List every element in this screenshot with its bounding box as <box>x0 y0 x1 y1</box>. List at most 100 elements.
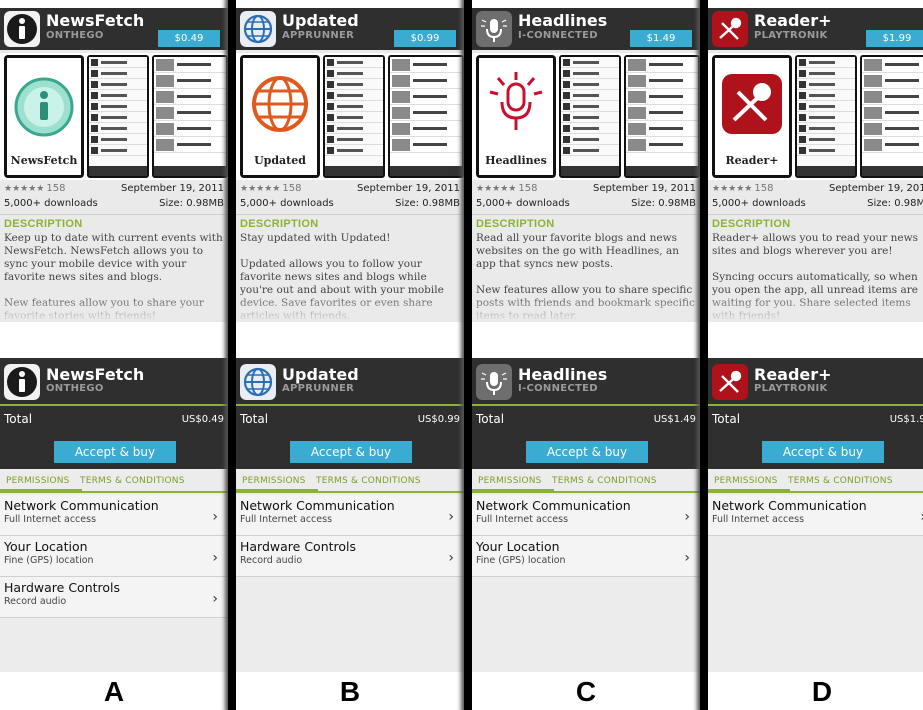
app-name: Headlines <box>518 11 608 30</box>
article-row <box>862 105 923 121</box>
tab-terms-and-conditions[interactable]: TERMS & CONDITIONS <box>80 476 185 486</box>
screenshots-strip[interactable]: Reader+ <box>708 53 923 180</box>
splash-label: NewsFetch <box>10 154 78 167</box>
article-row <box>626 89 698 105</box>
permission-title: Hardware Controls <box>240 539 357 554</box>
price-button[interactable]: $1.49 <box>630 30 692 47</box>
article-row <box>390 121 462 137</box>
article-row <box>862 57 923 73</box>
panel-separator <box>464 0 472 710</box>
splash-label: Reader+ <box>725 154 779 167</box>
accept-and-buy-button[interactable]: Accept & buy <box>54 441 176 463</box>
app-listing: Updated APPRUNNER $0.99 Updated ★★★★★ 15… <box>236 8 464 322</box>
article-row <box>390 57 462 73</box>
permission-item[interactable]: Your Location Fine (GPS) location › <box>0 536 228 577</box>
screenshot-splash[interactable]: Headlines <box>476 55 556 178</box>
permission-item[interactable]: Hardware Controls Record audio › <box>236 536 464 577</box>
developer-name: APPRUNNER <box>282 383 355 394</box>
permission-item[interactable]: Network Communication Full Internet acces… <box>472 495 700 536</box>
permission-item[interactable]: Network Communication Full Internet acces… <box>236 495 464 536</box>
description-paragraph: Keep up to date with current events with… <box>4 232 223 283</box>
app-meta: ★★★★★ 158 September 19, 2011 5,000+ downl… <box>476 183 696 209</box>
permission-detail: Full Internet access <box>4 514 97 525</box>
app-meta: ★★★★★ 158 September 19, 2011 5,000+ downl… <box>240 183 460 209</box>
feed-row <box>89 57 147 68</box>
accept-and-buy-button[interactable]: Accept & buy <box>290 441 412 463</box>
price-button[interactable]: $0.49 <box>158 30 220 47</box>
screenshot-splash[interactable]: Updated <box>240 55 320 178</box>
article-row <box>154 137 226 153</box>
article-row <box>626 57 698 73</box>
chevron-right-icon: › <box>684 550 690 566</box>
permission-item[interactable]: Hardware Controls Record audio › <box>0 577 228 618</box>
permission-item[interactable]: Network Communication Full Internet acces… <box>708 495 923 536</box>
app-name: NewsFetch <box>46 11 145 30</box>
feed-row <box>561 90 619 101</box>
listing-header: Updated APPRUNNER $0.99 <box>236 8 464 50</box>
feed-row <box>325 68 383 79</box>
screenshot-feed-list[interactable] <box>795 55 857 178</box>
chevron-right-icon: › <box>212 591 218 607</box>
feed-row <box>797 57 855 68</box>
accept-and-buy-button[interactable]: Accept & buy <box>762 441 884 463</box>
screenshot-articles[interactable] <box>624 55 700 178</box>
feed-row <box>561 134 619 145</box>
price-button[interactable]: $1.99 <box>866 30 923 47</box>
listing-header: Headlines I-CONNECTED $1.49 <box>472 8 700 50</box>
download-count: 5,000+ downloads <box>712 198 806 209</box>
screenshot-feed-list[interactable] <box>87 55 149 178</box>
screenshots-strip[interactable]: NewsFetch <box>0 53 228 180</box>
tab-permissions[interactable]: PERMISSIONS <box>6 476 70 486</box>
tab-permissions[interactable]: PERMISSIONS <box>478 476 542 486</box>
tab-permissions[interactable]: PERMISSIONS <box>714 476 778 486</box>
screenshot-splash[interactable]: Reader+ <box>712 55 792 178</box>
variant-letter: D <box>811 676 833 707</box>
rating-count: 158 <box>754 183 774 194</box>
screenshots-strip[interactable]: Updated <box>236 53 464 180</box>
screenshot-articles[interactable] <box>152 55 228 178</box>
feed-row <box>89 123 147 134</box>
permission-item[interactable]: Network Communication Full Internet acces… <box>0 495 228 536</box>
app-size: Size: 0.98MB <box>395 198 460 209</box>
tab-permissions[interactable]: PERMISSIONS <box>242 476 306 486</box>
panel-separator <box>228 0 236 710</box>
rating-count: 158 <box>518 183 538 194</box>
app-variant-panel-b: Updated APPRUNNER $0.99 Updated ★★★★★ 15… <box>236 0 464 710</box>
screenshot-feed-list[interactable] <box>323 55 385 178</box>
tab-terms-and-conditions[interactable]: TERMS & CONDITIONS <box>788 476 893 486</box>
article-row <box>390 137 462 153</box>
screenshot-splash[interactable]: NewsFetch <box>4 55 84 178</box>
purchase-tabs: PERMISSIONS TERMS & CONDITIONS <box>472 469 700 493</box>
tab-terms-and-conditions[interactable]: TERMS & CONDITIONS <box>316 476 421 486</box>
price-button[interactable]: $0.99 <box>394 30 456 47</box>
developer-name: PLAYTRONIK <box>754 30 828 41</box>
screenshot-articles[interactable] <box>388 55 464 178</box>
phone-toolbar <box>325 166 383 176</box>
tab-terms-and-conditions[interactable]: TERMS & CONDITIONS <box>552 476 657 486</box>
feed-row <box>797 145 855 156</box>
total-row: Total US$1.49 <box>472 404 700 435</box>
phone-toolbar <box>862 166 923 176</box>
accept-and-buy-button[interactable]: Accept & buy <box>526 441 648 463</box>
total-value: US$0.49 <box>181 414 224 425</box>
permission-title: Network Communication <box>476 498 631 513</box>
description-fade <box>472 294 700 322</box>
total-value: US$1.99 <box>889 414 923 425</box>
app-variant-panel-a: NewsFetch ONTHEGO $0.49 NewsFetch ★★★★★ … <box>0 0 228 710</box>
screenshots-strip[interactable]: Headlines <box>472 53 700 180</box>
permission-item[interactable]: Your Location Fine (GPS) location › <box>472 536 700 577</box>
chevron-right-icon: › <box>684 509 690 525</box>
total-row: Total US$1.99 <box>708 404 923 435</box>
app-name: Updated <box>282 365 359 384</box>
purchase-screen: NewsFetch ONTHEGO Total US$0.49 Accept &… <box>0 358 228 672</box>
release-date: September 19, 2011 <box>121 183 224 194</box>
purchase-header: Reader+ PLAYTRONIK <box>708 358 923 404</box>
app-name: Headlines <box>518 365 608 384</box>
screenshot-articles[interactable] <box>860 55 923 178</box>
feed-row <box>325 101 383 112</box>
description-heading: DESCRIPTION <box>240 218 319 230</box>
screenshot-feed-list[interactable] <box>559 55 621 178</box>
phone-toolbar <box>561 166 619 176</box>
permission-title: Network Communication <box>4 498 159 513</box>
active-tab-indicator <box>472 489 554 493</box>
